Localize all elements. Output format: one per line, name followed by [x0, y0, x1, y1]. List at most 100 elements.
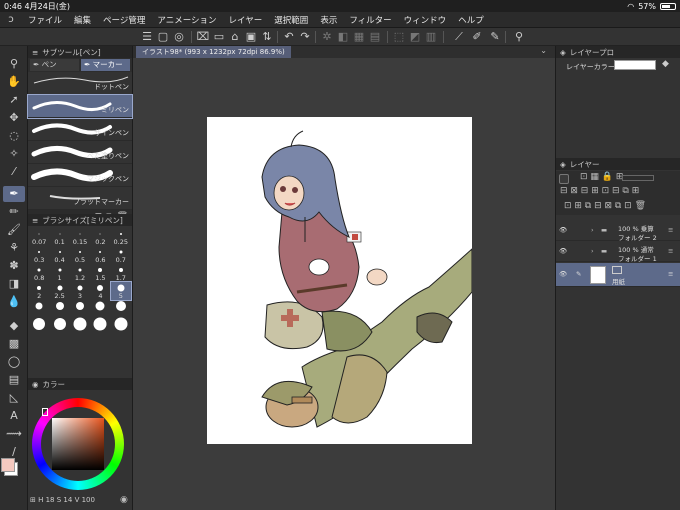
brush-flat-marker[interactable]: フラットマーカー	[28, 187, 132, 210]
color-settings-icon[interactable]: ◉	[120, 495, 128, 505]
brush-size-option[interactable]	[70, 300, 90, 318]
invert-selection-icon[interactable]: ◩	[408, 30, 422, 44]
color-wheel-icon[interactable]: ◉	[32, 380, 39, 389]
opacity-slider[interactable]	[622, 175, 654, 181]
brush-size-option[interactable]	[90, 300, 110, 318]
brush-solid-pen[interactable]: べた塗りペン	[28, 141, 132, 164]
brush-size-option[interactable]: 0.8	[29, 264, 49, 282]
brush-size-option[interactable]: 0.07	[29, 228, 49, 246]
menu-animation[interactable]: アニメーション	[151, 14, 222, 26]
layer-add-icons[interactable]: ⊡ ⊞ ⧉ ⊟ ⊠ ⧉ ⊡ 🗑	[564, 201, 646, 211]
brush-size-option[interactable]: 5	[109, 281, 133, 301]
snap-ruler-icon[interactable]: ⟋	[452, 30, 466, 44]
airbrush-tool-icon[interactable]: ⚘	[3, 240, 25, 256]
magic-wand-tool-icon[interactable]: ✧	[3, 146, 25, 162]
frame-tool-icon[interactable]: ▤	[3, 372, 25, 388]
layer-property-icon[interactable]: ◈	[560, 48, 566, 57]
menu-layer[interactable]: レイヤー	[223, 14, 269, 26]
brush-size-option[interactable]: 4	[90, 282, 110, 300]
clear-icon[interactable]: ✲	[320, 30, 334, 44]
layer-row[interactable]: 👁 › ▬ 100 % 乗算 フォルダー 2 ≡	[556, 221, 680, 242]
expand-selection-icon[interactable]: ▥	[424, 30, 438, 44]
brush-size-option[interactable]: 1	[49, 264, 69, 282]
layer-panel-icon[interactable]: ◈	[560, 160, 566, 169]
layer-menu-icon[interactable]: ≡	[668, 270, 673, 278]
tab-pen[interactable]: ✒ ペン	[30, 59, 79, 71]
brush-size-menu-icon[interactable]: ≡	[32, 216, 38, 225]
canvas-paper[interactable]	[207, 117, 473, 444]
chevron-right-icon[interactable]: ›	[591, 226, 594, 234]
layer-menu-icon[interactable]: ≡	[668, 247, 673, 255]
sync-icon[interactable]: ⇅	[260, 30, 274, 44]
brush-size-option[interactable]	[29, 318, 49, 336]
brush-size-option[interactable]: 0.3	[29, 246, 49, 264]
brush-size-option[interactable]	[111, 317, 131, 336]
brush-size-option[interactable]	[29, 300, 49, 318]
tab-marker[interactable]: ✒ マーカー	[81, 59, 130, 71]
layer-menu-icon[interactable]: ≡	[668, 226, 673, 234]
brush-size-option[interactable]: 0.6	[90, 246, 110, 264]
hue-cursor[interactable]	[42, 408, 48, 416]
decoration-tool-icon[interactable]: ✽	[3, 258, 25, 274]
fill-tool-icon[interactable]: ◆	[3, 318, 25, 334]
saturation-value-square[interactable]	[52, 418, 104, 470]
menu-window[interactable]: ウィンドウ	[398, 14, 453, 26]
eraser-tool-icon[interactable]: ◨	[3, 276, 25, 292]
main-color-swatch[interactable]	[1, 458, 15, 472]
hamburger-menu-icon[interactable]: ☰	[140, 30, 154, 44]
figure-tool-icon[interactable]: ◯	[3, 354, 25, 370]
brush-size-option[interactable]: 0.7	[111, 246, 131, 264]
gradient-tool-icon[interactable]: ▩	[3, 336, 25, 352]
brush-magic-pen[interactable]: マジックペン	[28, 164, 132, 187]
brush-size-option[interactable]: 0.5	[70, 246, 90, 264]
document-tab[interactable]: イラスト98* (993 x 1232px 72dpi 86.9%)	[136, 46, 291, 58]
brush-size-option[interactable]	[49, 318, 69, 336]
brush-size-option[interactable]: 2.5	[49, 282, 69, 300]
fill-color-icon[interactable]: ◆	[662, 59, 669, 69]
menu-filter[interactable]: フィルター	[343, 14, 397, 26]
move-layer-tool-icon[interactable]: ✥	[3, 110, 25, 126]
pencil-tool-icon[interactable]: ✏	[3, 204, 25, 220]
blend-tool-icon[interactable]: 💧	[3, 294, 25, 310]
zoom-tool-icon[interactable]: ⚲	[3, 56, 25, 72]
brush-size-option[interactable]: 0.25	[111, 228, 131, 246]
export-icon[interactable]: ▣	[244, 30, 258, 44]
lock-icon[interactable]: ⊡ ▦ 🔒 ⊞	[580, 172, 623, 182]
clip-studio-logo-icon[interactable]: ↄ	[0, 14, 22, 25]
text-tool-icon[interactable]: A	[3, 408, 25, 424]
redo-icon[interactable]: ↷	[298, 30, 312, 44]
balloon-tool-icon[interactable]: ⟿	[3, 426, 25, 442]
brush-size-option[interactable]	[111, 300, 131, 318]
brush-sign-pen[interactable]: サインペン	[28, 118, 132, 141]
fill-icon[interactable]: ▦	[352, 30, 366, 44]
eye-icon[interactable]: 👁	[559, 270, 567, 278]
snap-grid-icon[interactable]: ✎	[488, 30, 502, 44]
layer-action-icons[interactable]: ⊟ ⊠ ⊟ ⊞ ⊡ ⊟ ⧉ ⊞	[560, 186, 639, 196]
menu-edit[interactable]: 編集	[68, 14, 97, 26]
transform-icon[interactable]: ▤	[368, 30, 382, 44]
menu-view[interactable]: 表示	[314, 14, 343, 26]
new-file-icon[interactable]: ▢	[156, 30, 170, 44]
hand-tool-icon[interactable]: ✋	[3, 74, 25, 90]
layer-color-swatch[interactable]	[614, 60, 656, 70]
subtool-menu-icon[interactable]: ≡	[32, 48, 38, 57]
brush-size-option[interactable]: 0.15	[70, 228, 90, 246]
brush-size-option[interactable]: 0.1	[49, 228, 69, 246]
brush-tool-icon[interactable]: 🖌	[3, 222, 25, 238]
operation-tool-icon[interactable]: ➚	[3, 92, 25, 108]
layer-row[interactable]: 👁 › ▬ 100 % 通常 フォルダー 1 ≡	[556, 242, 680, 263]
lasso-tool-icon[interactable]: ◌	[3, 128, 25, 144]
chevron-right-icon[interactable]: ›	[591, 247, 594, 255]
brush-size-option[interactable]	[49, 300, 69, 318]
eye-icon[interactable]: 👁	[559, 226, 567, 234]
quick-access-icon[interactable]: ⚲	[512, 30, 526, 44]
ruler-tool-icon[interactable]: ◺	[3, 390, 25, 406]
eye-icon[interactable]: 👁	[559, 247, 567, 255]
clip-icon[interactable]: ⌧	[196, 30, 210, 44]
brush-size-option[interactable]: 1.5	[90, 264, 110, 282]
brush-size-option[interactable]: 0.2	[90, 228, 110, 246]
brush-size-option[interactable]: 1.7	[111, 264, 131, 282]
brush-size-option[interactable]: 0.4	[49, 246, 69, 264]
color-wheel[interactable]	[28, 396, 133, 492]
save-icon[interactable]: ⌂	[228, 30, 242, 44]
